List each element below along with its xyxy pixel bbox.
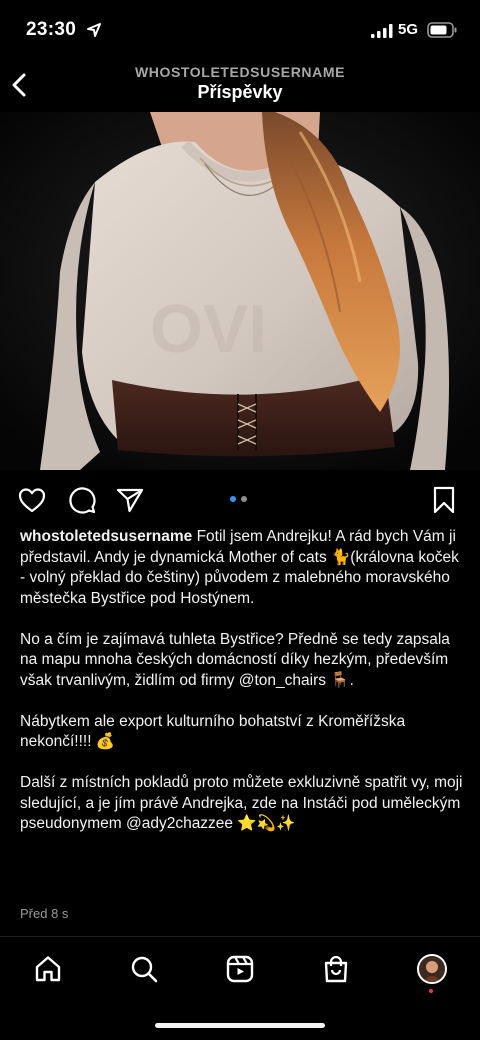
comment-button[interactable] <box>66 484 98 516</box>
status-bar: 23:30 5G <box>0 0 480 60</box>
network-type: 5G <box>398 21 419 38</box>
heart-icon <box>18 488 46 513</box>
paper-plane-icon <box>116 488 144 513</box>
share-button[interactable] <box>114 484 146 516</box>
tab-search[interactable] <box>126 951 162 987</box>
post-image[interactable]: OVI <box>0 112 480 470</box>
caption-paragraph: Další z místních pokladů proto můžete ex… <box>20 774 463 832</box>
header-username[interactable]: WHOSTOLETEDSUSERNAME <box>0 64 480 80</box>
reels-icon <box>226 955 254 983</box>
like-button[interactable] <box>16 484 48 516</box>
caption-paragraph: No a čím je zajímavá tuhleta Bystřice? P… <box>20 630 450 689</box>
tab-profile[interactable] <box>414 951 450 993</box>
bookmark-icon <box>433 486 455 514</box>
tab-home[interactable] <box>30 951 66 987</box>
location-arrow-icon <box>87 23 101 37</box>
home-icon <box>35 956 61 982</box>
battery-icon <box>427 22 457 38</box>
carousel-dot-active <box>230 496 236 502</box>
home-indicator[interactable] <box>155 1023 325 1028</box>
tab-reels[interactable] <box>222 951 258 987</box>
shop-icon <box>324 955 348 983</box>
post-action-bar <box>0 478 480 522</box>
portrait-photo: OVI <box>0 112 480 470</box>
notification-dot <box>429 989 433 993</box>
comment-icon <box>69 487 96 514</box>
search-icon <box>131 956 158 983</box>
carousel-dot <box>241 496 247 502</box>
page-title: Příspěvky <box>197 82 283 102</box>
save-button[interactable] <box>428 484 460 516</box>
signal-icon <box>371 24 393 38</box>
bottom-tab-bar <box>0 936 480 1040</box>
svg-text:OVI: OVI <box>150 291 267 367</box>
nav-header: WHOSTOLETEDSUSERNAME Příspěvky <box>0 60 480 112</box>
tab-shop[interactable] <box>318 951 354 987</box>
caption-paragraph: Nábytkem ale export kulturního bohatství… <box>20 712 406 751</box>
caption-username[interactable]: whostoletedsusername <box>20 528 192 545</box>
post-timestamp: Před 8 s <box>20 906 69 921</box>
carousel-indicator <box>230 496 247 502</box>
status-time: 23:30 <box>26 19 77 40</box>
post-caption: whostoletedsusername Fotil jsem Andrejku… <box>20 527 466 835</box>
profile-avatar <box>417 954 447 984</box>
caption-paragraph: whostoletedsusername Fotil jsem Andrejku… <box>20 527 466 609</box>
